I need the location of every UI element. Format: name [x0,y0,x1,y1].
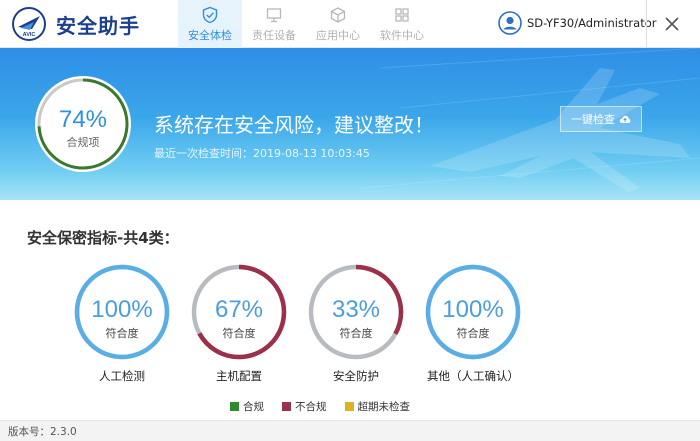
tab-software-center[interactable]: 软件中心 [370,0,434,48]
gauge-name: 其他（人工确认） [427,369,519,383]
avic-logo-icon: AVIC [12,7,46,41]
legend-swatch [344,402,354,411]
legend-item-overdue: 超期未检查 [344,399,411,414]
gauge-name: 主机配置 [216,369,262,383]
legend-item-noncompliant: 不合规 [282,399,327,414]
status-banner: 74% 合规项 系统存在安全风险，建议整改！ 最近一次检查时间：2019-08-… [0,48,700,200]
status-legend: 合规 不合规 超期未检查 [230,399,428,414]
gauge-value: 67% [214,296,264,323]
cube-icon [330,6,346,23]
legend-label: 不合规 [295,401,327,413]
gauge-value: 100% [91,296,153,323]
tab-label: 责任设备 [252,28,296,42]
legend-swatch [282,402,291,411]
last-check-time: 最近一次检查时间：2019-08-13 10:03:45 [154,147,370,160]
check-button-label: 一键检查 [571,113,615,126]
tab-app-center[interactable]: 应用中心 [306,0,370,48]
status-bar: 版本号：2.3.0 [0,420,700,441]
main-tabs: 安全体检 责任设备 应用中心 软件中心 [178,0,434,48]
title-divider [646,0,647,48]
indicators-panel: 安全保密指标-共4类： 100% 符合度 人工检测 67% 符合度 主机配置 3… [0,200,700,420]
indicators-title: 安全保密指标-共4类： [27,229,179,247]
gauge-sublabel: 符合度 [222,327,256,340]
version-label: 版本号：2.3.0 [8,426,77,438]
one-click-check-button[interactable]: 一键检查 [560,106,642,132]
legend-label: 超期未检查 [357,401,411,413]
gauge-name: 安全防护 [333,369,379,383]
user-avatar-icon [498,11,522,35]
compliance-score-label: 合规项 [66,136,100,149]
user-account[interactable]: SD-YF30/Administrator [498,11,656,35]
legend-item-compliant: 合规 [230,399,264,414]
gauge-sublabel: 符合度 [339,327,373,340]
app-title: 安全助手 [56,14,140,38]
gauge-value: 100% [442,296,504,323]
legend-label: 合规 [243,401,264,413]
tab-security-check[interactable]: 安全体检 [178,0,242,48]
user-name: SD-YF30/Administrator [527,16,657,30]
gauge-value: 33% [331,296,381,323]
tab-label: 软件中心 [380,28,424,42]
close-icon[interactable] [660,12,684,36]
gauge-sublabel: 符合度 [105,327,139,340]
tab-label: 安全体检 [188,28,232,42]
cloud-upload-icon [619,115,631,123]
tab-label: 应用中心 [316,28,360,42]
gauge-name: 人工检测 [99,369,145,383]
title-bar: AVIC 安全助手 安全体检 责任设备 应用中心 软件中心 SD-YF30/Ad… [0,0,700,48]
legend-swatch [230,402,239,411]
gauge-sublabel: 符合度 [456,327,490,340]
risk-message: 系统存在安全风险，建议整改！ [154,113,434,137]
tab-responsible-devices[interactable]: 责任设备 [242,0,306,48]
apps-icon [395,7,409,22]
shield-check-icon [202,6,218,23]
compliance-score: 74% [58,106,108,133]
monitor-icon [266,7,282,22]
logo-text: AVIC [23,32,36,38]
